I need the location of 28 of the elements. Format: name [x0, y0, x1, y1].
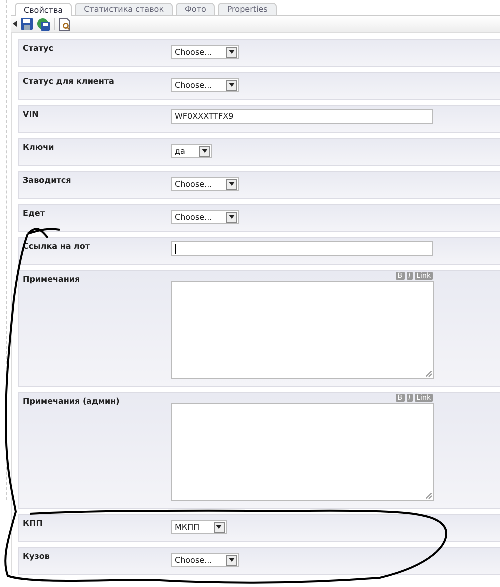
field-label: Заводится [23, 175, 72, 187]
field-label: Кузов [23, 551, 51, 563]
resize-grip-icon[interactable] [426, 493, 432, 499]
dropdown[interactable]: Choose... [171, 210, 240, 224]
field-label: Примечания (админ) [23, 396, 121, 408]
field-label: Ключи [23, 142, 56, 154]
dropdown[interactable]: МКПП [171, 520, 227, 534]
field-label: Статус [23, 43, 54, 55]
field-label: Примечания [23, 274, 82, 286]
tab[interactable]: Статистика ставок [75, 3, 174, 15]
save-all-icon[interactable] [37, 18, 50, 30]
input-field[interactable]: WF0XXXTTFX9 [171, 109, 433, 124]
arrow-icon[interactable] [13, 21, 17, 27]
field-label: VIN [23, 109, 40, 121]
dropdown[interactable]: Choose... [171, 45, 240, 59]
input-field[interactable] [171, 241, 433, 256]
dropdown[interactable]: Choose... [171, 177, 240, 191]
field-label: Едет [23, 208, 46, 220]
save-icon[interactable] [21, 18, 33, 30]
field-label: Статус для клиента [23, 76, 116, 88]
dropdown[interactable]: Choose... [171, 553, 240, 567]
tab[interactable]: Фото [176, 3, 216, 15]
tab[interactable]: Properties [218, 3, 277, 15]
resize-grip-icon[interactable] [426, 371, 432, 377]
field-label: КПП [23, 518, 44, 530]
dropdown[interactable]: Choose... [171, 78, 240, 92]
dropdown[interactable]: да [171, 144, 212, 158]
preview-icon[interactable] [59, 18, 71, 30]
